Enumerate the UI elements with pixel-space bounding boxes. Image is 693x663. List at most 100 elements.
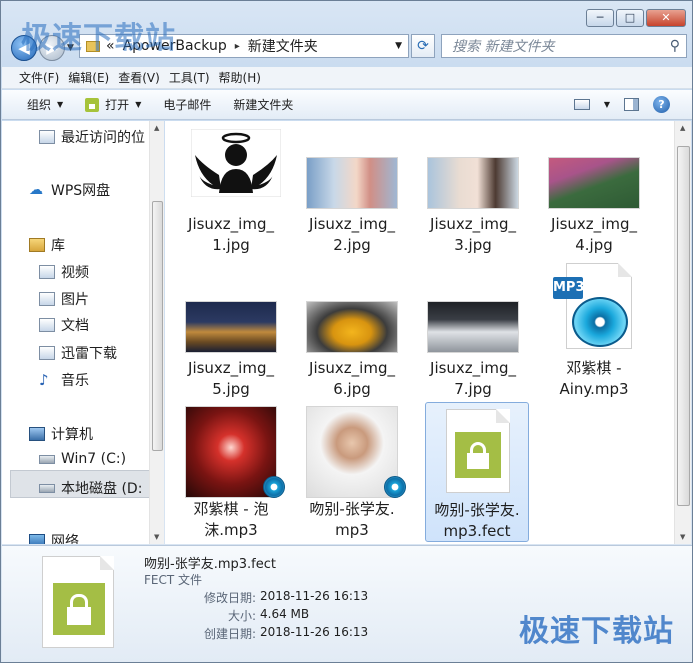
nav-documents-label: 文档	[61, 318, 89, 334]
preview-pane-icon[interactable]	[624, 98, 639, 111]
scroll-up-icon[interactable]: ▲	[154, 124, 159, 132]
file-item[interactable]: Jisuxz_img_ 7.jpg	[421, 267, 525, 407]
angel-avatar-thumbnail	[191, 129, 281, 197]
address-dropdown-icon[interactable]: ▼	[395, 41, 402, 51]
file-item[interactable]: Jisuxz_img_ 1.jpg	[179, 123, 283, 263]
open-label: 打开	[105, 98, 130, 112]
file-item[interactable]: MP3 邓紫棋 - Ainy.mp3	[542, 263, 646, 407]
nav-scroll-thumb[interactable]	[152, 201, 163, 451]
file-item[interactable]: Jisuxz_img_ 3.jpg	[421, 123, 525, 263]
help-icon[interactable]: ?	[653, 96, 670, 113]
email-label: 电子邮件	[163, 98, 212, 112]
file-item[interactable]: Jisuxz_img_ 6.jpg	[300, 267, 404, 407]
chevron-down-icon: ▼	[57, 100, 64, 109]
refresh-button[interactable]: ⟳	[411, 34, 435, 58]
breadcrumb-new-folder[interactable]: 新建文件夹	[248, 36, 318, 56]
nav-scrollbar[interactable]: ▲ ▼	[149, 121, 164, 544]
file-name-line1: Jisuxz_img_	[430, 359, 516, 377]
fect-file-icon	[446, 409, 510, 493]
modified-value: 2018-11-26 16:13	[260, 589, 369, 603]
scroll-up-icon[interactable]: ▲	[680, 124, 685, 132]
lock-icon	[467, 453, 489, 469]
menu-file[interactable]: 文件(F)	[2, 69, 68, 86]
size-value: 4.64 MB	[260, 607, 310, 621]
nav-wps-label: WPS网盘	[51, 183, 111, 199]
photo-thumbnail	[306, 157, 398, 209]
file-list-scrollbar[interactable]: ▲ ▼	[674, 121, 691, 544]
video-icon	[39, 265, 55, 279]
menu-tools[interactable]: 工具(T)	[169, 69, 219, 86]
mp3-badge: MP3	[553, 277, 585, 299]
scroll-down-icon[interactable]: ▼	[154, 533, 159, 541]
file-name-line2: 4.jpg	[575, 236, 613, 254]
nav-video[interactable]: 视频	[39, 262, 89, 282]
file-name-line2: 1.jpg	[212, 236, 250, 254]
nav-library[interactable]: 库	[29, 235, 65, 255]
search-icon[interactable]: ⚲	[670, 38, 680, 54]
watermark-bottom: 极速下载站	[519, 614, 674, 649]
media-player-icon	[572, 297, 628, 347]
scroll-down-icon[interactable]: ▼	[680, 533, 685, 541]
nav-network[interactable]: 网络	[29, 531, 79, 544]
file-name-line2: mp3.fect	[443, 522, 511, 540]
nav-c-drive[interactable]: Win7 (C:)	[39, 451, 126, 467]
nav-c-drive-label: Win7 (C:)	[61, 451, 127, 467]
breadcrumb-separator-icon[interactable]: ▸	[235, 41, 240, 52]
new-folder-label: 新建文件夹	[233, 98, 294, 112]
photo-thumbnail	[185, 301, 277, 353]
nav-music[interactable]: ♪ 音乐	[39, 370, 89, 390]
navigation-pane: 最近访问的位 ☁ WPS网盘 库 视频 图片 文档 迅雷下载 ♪ 音乐 计算机 …	[2, 121, 164, 544]
watermark-top: 极速下载站	[21, 21, 176, 56]
email-button[interactable]: 电子邮件	[163, 96, 211, 113]
file-item[interactable]: Jisuxz_img_ 5.jpg	[179, 267, 283, 407]
explorer-window: 极速下载站 ─ □ ✕ ◀ ▶ ▼ « ApowerBackup ▸ 新建文件夹…	[0, 0, 693, 663]
nav-network-label: 网络	[51, 534, 79, 544]
new-folder-button[interactable]: 新建文件夹	[233, 96, 293, 113]
file-name-line2: Ainy.mp3	[559, 380, 629, 398]
file-item[interactable]: 吻别-张学友. mp3	[300, 404, 406, 544]
media-player-icon	[263, 476, 285, 498]
file-name-line1: Jisuxz_img_	[188, 215, 274, 233]
nav-library-label: 库	[51, 238, 65, 254]
file-item[interactable]: Jisuxz_img_ 2.jpg	[300, 123, 404, 263]
menu-edit[interactable]: 编辑(E)	[68, 69, 118, 86]
nav-music-label: 音乐	[61, 373, 89, 389]
file-name-line2: 沫.mp3	[204, 521, 258, 539]
file-name-line2: 7.jpg	[454, 380, 492, 398]
file-name-line1: 邓紫棋 - 泡	[193, 500, 269, 518]
file-item[interactable]: 邓紫棋 - 泡沫.mp3	[179, 404, 285, 544]
file-list-scroll-thumb[interactable]	[677, 146, 690, 506]
nav-recent[interactable]: 最近访问的位	[39, 127, 145, 147]
network-icon	[29, 534, 45, 544]
nav-d-drive[interactable]: 本地磁盘 (D:	[39, 478, 142, 498]
media-player-icon	[384, 476, 406, 498]
file-name-line1: 邓紫棋 -	[566, 359, 622, 377]
nav-wps[interactable]: ☁ WPS网盘	[29, 180, 110, 200]
file-name-line2: 2.jpg	[333, 236, 371, 254]
change-view-icon[interactable]	[573, 99, 590, 110]
open-button[interactable]: 打开 ▼	[85, 96, 141, 113]
file-name-line1: Jisuxz_img_	[551, 215, 637, 233]
organize-button[interactable]: 组织 ▼	[27, 96, 63, 113]
file-item-selected[interactable]: 吻别-张学友. mp3.fect	[425, 402, 529, 542]
photo-thumbnail	[427, 157, 519, 209]
nav-computer[interactable]: 计算机	[29, 424, 93, 444]
view-dropdown-icon[interactable]: ▼	[604, 100, 610, 109]
menu-view[interactable]: 查看(V)	[118, 69, 169, 86]
search-input[interactable]: 搜索 新建文件夹 ⚲	[441, 34, 687, 58]
menu-help[interactable]: 帮助(H)	[219, 69, 270, 86]
maximize-button[interactable]: □	[616, 9, 644, 27]
file-name-line1: Jisuxz_img_	[309, 359, 395, 377]
nav-pictures[interactable]: 图片	[39, 289, 89, 309]
details-file-name: 吻别-张学友.mp3.fect	[144, 557, 276, 572]
windows-drive-icon	[39, 454, 55, 464]
command-bar: 组织 ▼ 打开 ▼ 电子邮件 新建文件夹 ▼ ?	[2, 90, 692, 120]
file-item[interactable]: Jisuxz_img_ 4.jpg	[542, 123, 646, 263]
minimize-button[interactable]: ─	[586, 9, 614, 27]
modified-label: 修改日期:	[203, 591, 256, 605]
close-button[interactable]: ✕	[646, 9, 686, 27]
drive-icon	[39, 483, 55, 493]
nav-xunlei[interactable]: 迅雷下载	[39, 343, 117, 363]
nav-documents[interactable]: 文档	[39, 315, 89, 335]
lock-icon	[67, 607, 91, 625]
